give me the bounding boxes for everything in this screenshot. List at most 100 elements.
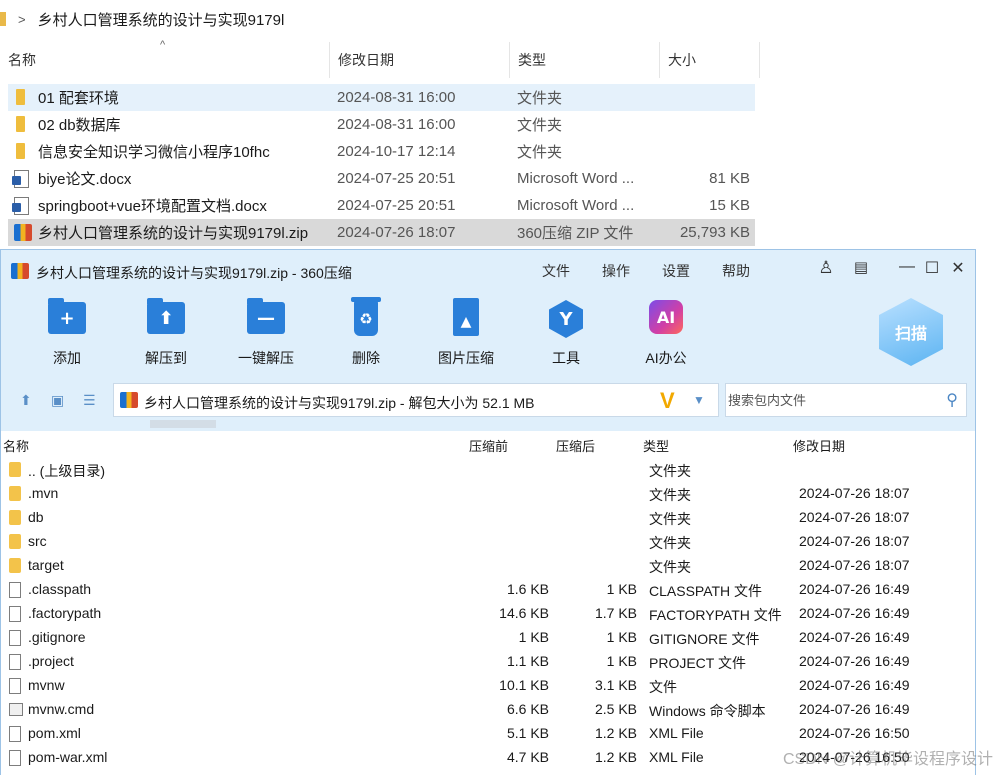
column-type[interactable]: 类型 xyxy=(643,436,669,455)
thumbnail-view-icon[interactable]: ▣ xyxy=(51,392,64,409)
size-before: 5.1 KB xyxy=(506,725,549,741)
scan-label: 扫描 xyxy=(894,326,927,343)
tools-button[interactable]: Y 工具 xyxy=(526,298,606,370)
explorer-address-bar[interactable]: > 乡村人口管理系统的设计与实现9179l xyxy=(0,0,997,38)
archive-file-list: 名称 压缩前 压缩后 类型 修改日期 .. (上级目录) 文件夹 .mvn 文件夹 2… xyxy=(1,431,975,775)
file-icon xyxy=(9,726,21,742)
archive-path-field[interactable]: 乡村人口管理系统的设计与实现9179l.zip - 解包大小为 52.1 MB … xyxy=(113,383,719,417)
explorer-row-selected[interactable]: 乡村人口管理系统的设计与实现9179l.zip 2024-07-26 18:07… xyxy=(8,219,755,246)
column-before[interactable]: 压缩前 xyxy=(469,436,508,455)
folder-icon xyxy=(16,143,25,159)
explorer-row[interactable]: springboot+vue环境配置文档.docx 2024-07-25 20:… xyxy=(8,192,755,219)
archive-row[interactable]: .mvn 文件夹 2024-07-26 18:07 xyxy=(1,482,975,506)
column-date[interactable]: 修改日期 xyxy=(793,436,845,455)
archive-row[interactable]: .factorypath 14.6 KB 1.7 KB FACTORYPATH 文件 2… xyxy=(1,602,975,626)
archive-row[interactable]: mvnw.cmd 6.6 KB 2.5 KB Windows 命令脚本 2024-07-… xyxy=(1,698,975,722)
ai-office-icon: AI xyxy=(645,298,687,340)
explorer-row[interactable]: 01 配套环境 2024-08-31 16:00 文件夹 xyxy=(8,84,755,111)
explorer-row[interactable]: 信息安全知识学习微信小程序10fhc 2024-10-17 12:14 文件夹 xyxy=(8,138,755,165)
archive-row[interactable]: .. (上级目录) 文件夹 xyxy=(1,458,975,482)
file-name: .. (上级目录) xyxy=(28,463,105,479)
cmd-script-icon xyxy=(9,703,23,716)
column-type[interactable]: 类型 xyxy=(510,42,660,78)
file-type: PROJECT 文件 xyxy=(649,655,746,671)
archive-row[interactable]: target 文件夹 2024-07-26 18:07 xyxy=(1,554,975,578)
word-doc-icon xyxy=(12,197,29,215)
add-button[interactable]: + 添加 xyxy=(27,298,107,370)
word-doc-icon xyxy=(12,170,29,188)
folder-icon xyxy=(0,12,6,26)
menu-help[interactable]: 帮助 xyxy=(722,261,750,281)
extract-to-button[interactable]: ⬆ 解压到 xyxy=(126,298,206,370)
explorer-row[interactable]: 02 db数据库 2024-08-31 16:00 文件夹 xyxy=(8,111,755,138)
scan-button[interactable]: 扫描 xyxy=(879,298,943,366)
up-level-icon[interactable]: ⬆ xyxy=(20,392,32,409)
feedback-icon[interactable]: ▤ xyxy=(850,258,872,276)
file-date: 2024-10-17 12:14 xyxy=(337,143,456,160)
v-logo-icon[interactable]: V xyxy=(660,388,675,414)
one-click-extract-icon: — xyxy=(245,298,287,340)
column-date[interactable]: 修改日期 xyxy=(330,42,510,78)
file-type: CLASSPATH 文件 xyxy=(649,583,763,599)
file-type: 文件夹 xyxy=(517,90,563,107)
folder-icon xyxy=(9,486,21,501)
file-name: pom-war.xml xyxy=(28,749,108,765)
list-view-icon[interactable]: ☰ xyxy=(83,392,96,409)
archive-row[interactable]: mvnw 10.1 KB 3.1 KB 文件 2024-07-26 16:49 xyxy=(1,674,975,698)
ai-office-label: AI办公 xyxy=(645,350,687,366)
column-size[interactable]: 大小 xyxy=(660,42,760,78)
size-after: 2.5 KB xyxy=(594,701,637,717)
zip-archive-icon xyxy=(120,392,138,408)
archive-row[interactable]: .project 1.1 KB 1 KB PROJECT 文件 2024-07-26 1… xyxy=(1,650,975,674)
close-button[interactable]: ✕ xyxy=(947,258,969,278)
file-name: .classpath xyxy=(28,581,92,597)
delete-button[interactable]: ♻ 删除 xyxy=(326,297,406,370)
archive-row[interactable]: .gitignore 1 KB 1 KB GITIGNORE 文件 2024-07-26… xyxy=(1,626,975,650)
vertical-scrollbar[interactable] xyxy=(976,430,997,775)
column-after[interactable]: 压缩后 xyxy=(556,436,595,455)
size-before: 4.7 KB xyxy=(506,749,549,765)
archive-path-text: 乡村人口管理系统的设计与实现9179l.zip - 解包大小为 52.1 MB xyxy=(144,395,535,411)
image-compress-button[interactable]: ▲ 图片压缩 xyxy=(426,298,506,370)
file-type: 文件夹 xyxy=(649,487,691,503)
size-before: 1.6 KB xyxy=(506,581,549,597)
archive-row[interactable]: src 文件夹 2024-07-26 18:07 xyxy=(1,530,975,554)
zip-title-bar[interactable]: 乡村人口管理系统的设计与实现9179l.zip - 360压缩 文件 操作 设置… xyxy=(1,250,975,290)
chevron-right-icon[interactable]: > xyxy=(18,12,26,27)
archive-row[interactable]: db 文件夹 2024-07-26 18:07 xyxy=(1,506,975,530)
minimize-button[interactable]: — xyxy=(896,258,918,276)
search-icon[interactable]: ⚲ xyxy=(946,390,958,410)
one-click-extract-button[interactable]: — 一键解压 xyxy=(226,298,306,370)
menu-operation[interactable]: 操作 xyxy=(602,261,630,281)
column-name[interactable]: 名称 xyxy=(3,436,29,455)
file-date: 2024-07-25 20:51 xyxy=(337,170,456,187)
size-before: 10.1 KB xyxy=(499,677,549,693)
size-after: 1 KB xyxy=(606,629,637,645)
column-size-label: 大小 xyxy=(668,52,696,68)
menu-file[interactable]: 文件 xyxy=(542,261,570,281)
chevron-down-icon[interactable]: ▼ xyxy=(693,393,705,407)
file-date: 2024-07-26 18:07 xyxy=(799,557,910,573)
explorer-row[interactable]: biye论文.docx 2024-07-25 20:51 Microsoft W… xyxy=(8,165,755,192)
skin-shirt-icon[interactable]: ♙ xyxy=(815,258,837,278)
horizontal-scrollbar[interactable] xyxy=(150,420,216,428)
archive-row[interactable]: pom.xml 5.1 KB 1.2 KB XML File 2024-07-26 16… xyxy=(1,722,975,746)
file-icon xyxy=(9,582,21,598)
file-name: .gitignore xyxy=(28,629,86,645)
zip-archive-icon xyxy=(11,263,29,279)
size-after: 3.1 KB xyxy=(594,677,637,693)
search-input[interactable] xyxy=(728,390,928,410)
file-size: 15 KB xyxy=(709,197,750,214)
menu-settings[interactable]: 设置 xyxy=(662,261,690,281)
search-box[interactable]: ⚲ xyxy=(725,383,967,417)
ai-office-button[interactable]: AI AI办公 xyxy=(626,298,706,370)
file-icon xyxy=(9,678,21,694)
file-icon xyxy=(9,750,21,766)
archive-row[interactable]: .classpath 1.6 KB 1 KB CLASSPATH 文件 2024-07-… xyxy=(1,578,975,602)
watermark: CSDN @计算机毕设程序设计 xyxy=(782,751,993,768)
column-name[interactable]: 名称 xyxy=(0,42,330,78)
maximize-button[interactable]: ☐ xyxy=(921,258,943,278)
column-name-label: 名称 xyxy=(8,52,36,68)
file-name: .factorypath xyxy=(28,605,102,621)
file-date: 2024-07-26 16:49 xyxy=(799,701,910,717)
